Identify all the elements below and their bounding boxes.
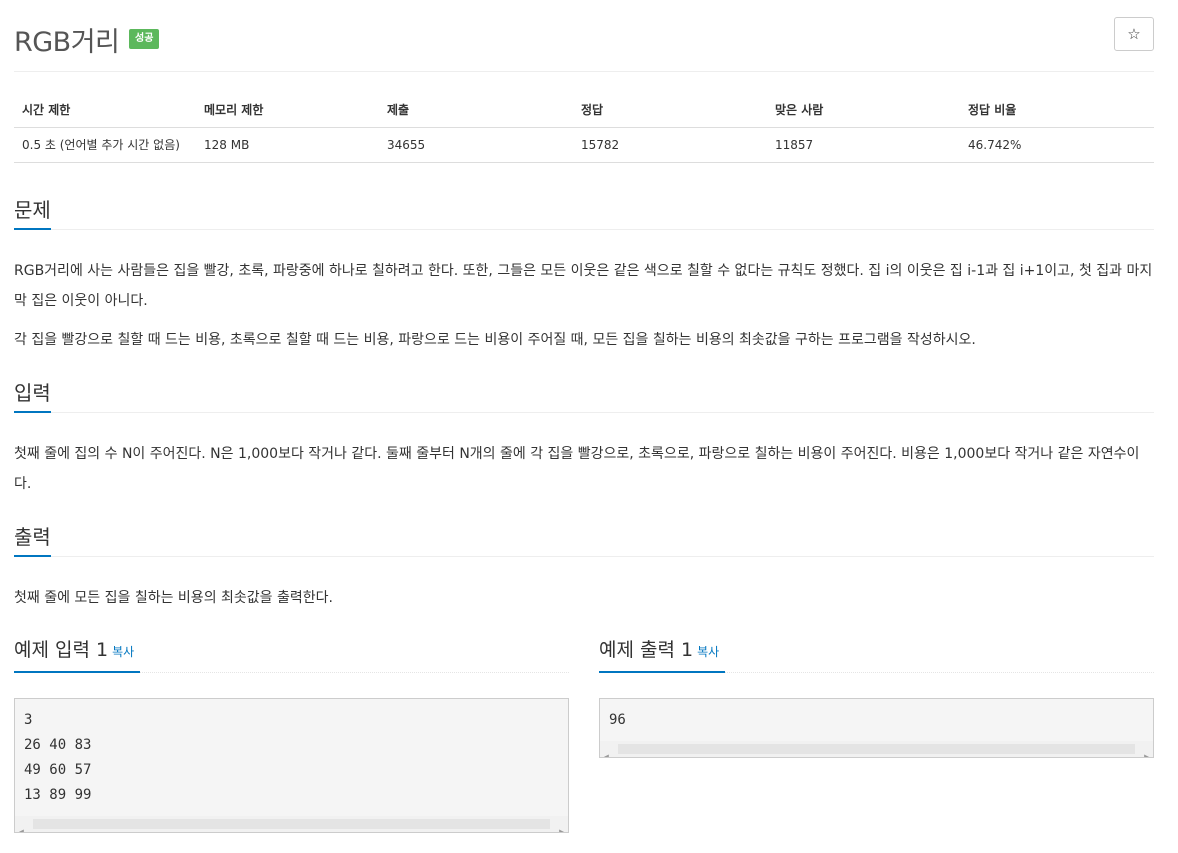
problem-info-table: 시간 제한 메모리 제한 제출 정답 맞은 사람 정답 비율 0.5 초 (언어… (14, 92, 1154, 163)
favorite-button[interactable]: ☆ (1114, 17, 1154, 51)
copy-sample-input-link[interactable]: 복사 (112, 645, 134, 659)
scroll-left-icon[interactable]: ◀ (19, 819, 24, 832)
horizontal-scrollbar[interactable]: ◀ ▶ (15, 816, 568, 832)
problem-section-title: 문제 (14, 196, 51, 230)
info-value-row: 0.5 초 (언어별 추가 시간 없음) 128 MB 34655 15782 … (14, 127, 1154, 163)
output-section-title: 출력 (14, 523, 51, 557)
header-submissions: 제출 (379, 92, 573, 128)
sample-input-box[interactable]: 3 26 40 83 49 60 57 13 89 99 ◀ ▶ (14, 698, 569, 833)
sample-input-line: 13 89 99 (24, 787, 92, 803)
problem-description-2: 각 집을 빨강으로 칠할 때 드는 비용, 초록으로 칠할 때 드는 비용, 파… (14, 332, 976, 348)
header-solved-users: 맞은 사람 (767, 92, 960, 128)
sample-input-line: 26 40 83 (24, 737, 92, 753)
value-solved-users: 11857 (767, 127, 960, 163)
scroll-left-icon[interactable]: ◀ (604, 744, 609, 757)
sample-input-title-wrap: 예제 입력 1 복사 (14, 633, 141, 673)
scroll-right-icon[interactable]: ▶ (559, 819, 564, 832)
sample-output-title: 예제 출력 1 (599, 639, 694, 661)
header-time-limit: 시간 제한 (14, 92, 196, 128)
header-accepted: 정답 (573, 92, 767, 128)
sample-output-line: 96 (609, 712, 626, 728)
problem-title: RGB거리 (14, 27, 120, 58)
input-section-header: 입력 (14, 379, 1154, 413)
status-badge: 성공 (129, 29, 160, 49)
value-accept-rate: 46.742% (960, 127, 1154, 163)
value-time-limit: 0.5 초 (언어별 추가 시간 없음) (14, 127, 196, 163)
info-header-row: 시간 제한 메모리 제한 제출 정답 맞은 사람 정답 비율 (14, 92, 1154, 128)
header-accept-rate: 정답 비율 (960, 92, 1154, 128)
problem-description-1: RGB거리에 사는 사람들은 집을 빨강, 초록, 파랑중에 하나로 칠하려고 … (14, 263, 1153, 309)
value-memory-limit: 128 MB (196, 127, 379, 163)
header-memory-limit: 메모리 제한 (196, 92, 379, 128)
scrollbar-thumb[interactable] (33, 819, 550, 829)
sample-output-header: 예제 출력 1 복사 (599, 633, 1154, 673)
sample-output-title-wrap: 예제 출력 1 복사 (599, 633, 726, 673)
sample-input-title: 예제 입력 1 (14, 639, 109, 661)
problem-header: RGB거리 성공 ☆ (14, 14, 1154, 72)
scrollbar-thumb[interactable] (618, 744, 1135, 754)
output-description: 첫째 줄에 모든 집을 칠하는 비용의 최솟값을 출력한다. (14, 590, 333, 606)
scroll-right-icon[interactable]: ▶ (1144, 744, 1149, 757)
input-section-title: 입력 (14, 379, 51, 413)
sample-input-header: 예제 입력 1 복사 (14, 633, 569, 673)
input-description: 첫째 줄에 집의 수 N이 주어진다. N은 1,000보다 작거나 같다. 둘… (14, 446, 1140, 492)
sample-input-line: 49 60 57 (24, 762, 92, 778)
horizontal-scrollbar[interactable]: ◀ ▶ (600, 741, 1153, 757)
value-accepted: 15782 (573, 127, 767, 163)
output-section-header: 출력 (14, 523, 1154, 557)
sample-input-line: 3 (24, 712, 33, 728)
problem-section-header: 문제 (14, 196, 1154, 230)
copy-sample-output-link[interactable]: 복사 (697, 645, 719, 659)
value-submissions: 34655 (379, 127, 573, 163)
sample-output-box[interactable]: 96 ◀ ▶ (599, 698, 1154, 758)
star-icon: ☆ (1127, 25, 1141, 43)
